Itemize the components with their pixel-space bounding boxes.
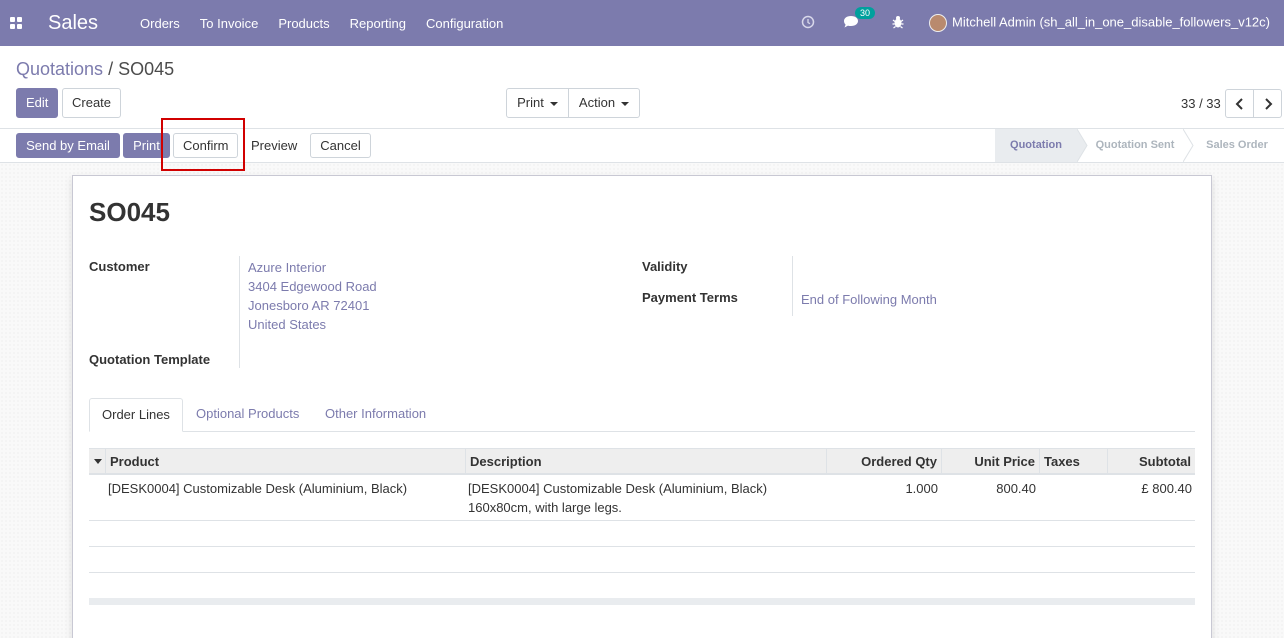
debug-bug-icon[interactable] <box>891 15 905 32</box>
chevron-right-icon <box>1264 97 1272 110</box>
main-menu: Orders To Invoice Products Reporting Con… <box>140 16 523 31</box>
column-ordered-qty[interactable]: Ordered Qty <box>826 449 941 474</box>
print-dropdown[interactable]: Print <box>506 88 569 118</box>
customer-label: Customer <box>89 259 150 274</box>
user-name: Mitchell Admin (sh_all_in_one_disable_fo… <box>952 14 1270 30</box>
menu-to-invoice[interactable]: To Invoice <box>200 16 259 31</box>
apps-menu-icon[interactable] <box>0 0 32 46</box>
row-unit-price: 800.40 <box>996 481 1036 496</box>
stage-quotation-sent[interactable]: Quotation Sent <box>1085 129 1185 162</box>
row-product: [DESK0004] Customizable Desk (Aluminium,… <box>108 481 408 496</box>
column-description[interactable]: Description <box>465 449 826 474</box>
print-dropdown-label: Print <box>517 95 544 110</box>
table-row[interactable]: [DESK0004] Customizable Desk (Aluminium,… <box>89 475 1195 521</box>
field-divider <box>792 256 793 316</box>
empty-table-row <box>89 547 1195 573</box>
create-button[interactable]: Create <box>62 88 121 118</box>
user-menu[interactable]: Mitchell Admin (sh_all_in_one_disable_fo… <box>929 14 1270 32</box>
breadcrumb: Quotations / SO045 <box>16 59 174 80</box>
send-by-email-button[interactable]: Send by Email <box>16 133 120 158</box>
tab-other-information[interactable]: Other Information <box>313 398 438 432</box>
stage-sales-order[interactable]: Sales Order <box>1192 129 1282 162</box>
customer-city: Jonesboro AR 72401 <box>248 298 370 313</box>
breadcrumb-current: SO045 <box>118 59 175 79</box>
caret-down-icon <box>621 101 630 106</box>
customer-address[interactable]: Azure Interior 3404 Edgewood Road Jonesb… <box>248 258 377 334</box>
clock-icon[interactable] <box>801 15 815 32</box>
column-subtotal[interactable]: Subtotal <box>1107 449 1195 474</box>
column-product[interactable]: Product <box>105 449 465 474</box>
row-description: [DESK0004] Customizable Desk (Aluminium,… <box>468 479 767 517</box>
caret-down-icon <box>549 101 558 106</box>
preview-button[interactable]: Preview <box>241 133 307 158</box>
top-navbar: Sales Orders To Invoice Products Reporti… <box>0 0 1284 46</box>
edit-button[interactable]: Edit <box>16 88 58 118</box>
customer-country: United States <box>248 317 327 332</box>
row-description-line: [DESK0004] Customizable Desk (Aluminium,… <box>468 481 768 496</box>
menu-orders[interactable]: Orders <box>140 16 180 31</box>
form-sheet: SO045 Customer Azure Interior 3404 Edgew… <box>72 175 1212 638</box>
column-unit-price[interactable]: Unit Price <box>941 449 1039 474</box>
menu-configuration[interactable]: Configuration <box>426 16 503 31</box>
action-dropdown-label: Action <box>578 95 616 110</box>
cancel-button[interactable]: Cancel <box>310 133 371 158</box>
app-name[interactable]: Sales <box>48 12 98 35</box>
menu-products[interactable]: Products <box>278 16 329 31</box>
customer-name[interactable]: Azure Interior <box>248 258 377 277</box>
empty-table-row <box>89 521 1195 547</box>
systray: 30 Mitchell Admin (sh_all_in_one_disable… <box>787 0 1284 46</box>
chevron-left-icon <box>1235 97 1243 110</box>
order-lines-header: Product Description Ordered Qty Unit Pri… <box>89 448 1195 475</box>
pager-value[interactable]: 33 / 33 <box>1181 96 1221 111</box>
confirm-highlight-box <box>161 118 245 171</box>
user-avatar <box>929 14 948 32</box>
messages-count-badge: 30 <box>855 6 876 19</box>
sort-caret-icon[interactable] <box>94 459 102 464</box>
table-footer <box>89 598 1195 605</box>
pager-next-button[interactable] <box>1253 89 1282 118</box>
payment-terms-label: Payment Terms <box>642 290 738 305</box>
messages-icon[interactable]: 30 <box>843 6 876 32</box>
row-subtotal: £ 800.40 <box>1141 481 1192 496</box>
field-divider <box>239 256 240 368</box>
tab-optional-products[interactable]: Optional Products <box>184 398 311 432</box>
row-description-line: 160x80cm, with large legs. <box>468 500 622 515</box>
menu-reporting[interactable]: Reporting <box>350 16 406 31</box>
notebook-tabs: Order Lines Optional Products Other Info… <box>89 398 1195 432</box>
payment-terms-value[interactable]: End of Following Month <box>801 290 937 309</box>
breadcrumb-separator: / <box>108 59 114 79</box>
customer-street: 3404 Edgewood Road <box>248 279 377 294</box>
row-ordered-qty: 1.000 <box>905 481 938 496</box>
pager-previous-button[interactable] <box>1225 89 1254 118</box>
quotation-template-label: Quotation Template <box>89 352 211 367</box>
order-title: SO045 <box>89 197 170 227</box>
column-taxes[interactable]: Taxes <box>1039 449 1107 474</box>
stage-quotation[interactable]: Quotation <box>995 129 1077 162</box>
validity-label: Validity <box>642 259 688 274</box>
action-dropdown[interactable]: Action <box>568 88 640 118</box>
breadcrumb-quotations-link[interactable]: Quotations <box>16 59 103 79</box>
tab-order-lines[interactable]: Order Lines <box>89 398 183 432</box>
